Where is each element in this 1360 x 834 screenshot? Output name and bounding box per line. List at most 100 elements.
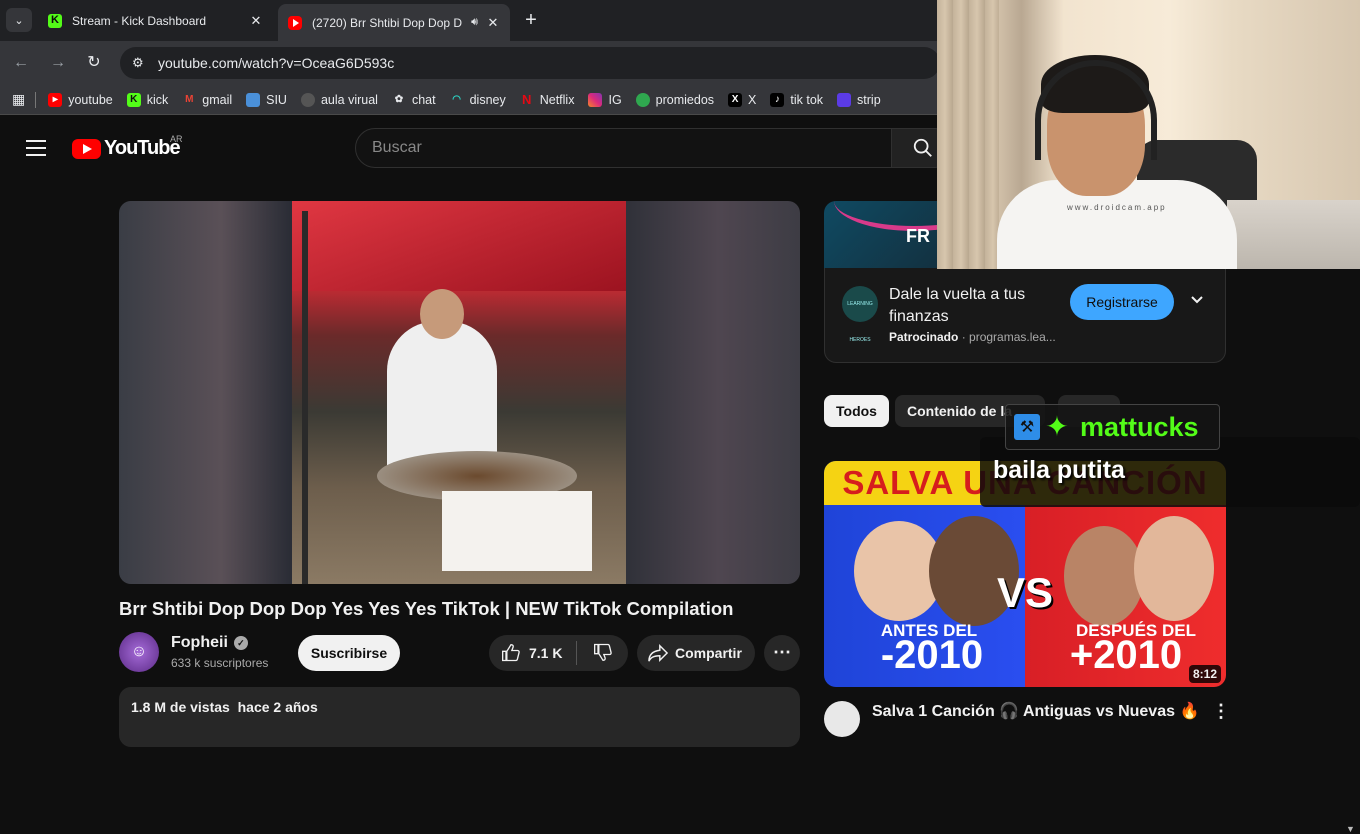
webcam-watermark: www.droidcam.app — [1067, 203, 1167, 212]
thumbnail-vs: VS — [997, 569, 1054, 616]
video-options-icon[interactable]: ⋮ — [1212, 701, 1230, 722]
next-video-title[interactable]: Salva 1 Canción 🎧 Antiguas vs Nuevas 🔥 — [872, 701, 1199, 721]
ad-domain: programas.lea... — [969, 330, 1056, 344]
back-arrow-icon[interactable]: ← — [10, 52, 32, 74]
like-count: 7.1 K — [529, 645, 563, 661]
subscribe-button[interactable]: Suscribirse — [298, 635, 400, 671]
upload-age: hace 2 años — [237, 699, 318, 715]
bookmark-ig[interactable]: IG — [588, 92, 622, 107]
apps-grid-icon[interactable]: ▦ — [12, 91, 25, 108]
bookmark-tiktok[interactable]: ♪ tik tok — [770, 92, 824, 107]
channel-avatar[interactable]: ☺ — [119, 632, 159, 672]
chat-username: mattucks — [1080, 411, 1199, 442]
kick-favicon-icon — [48, 13, 62, 28]
share-button[interactable]: Compartir — [637, 635, 755, 671]
next-channel-avatar[interactable] — [824, 701, 860, 737]
video-frame — [292, 201, 626, 584]
bookmark-siu[interactable]: SIU — [246, 92, 287, 107]
tab-kick-dashboard[interactable]: Stream - Kick Dashboard ✕ — [38, 6, 273, 35]
gmail-icon: M — [185, 93, 194, 105]
bookmark-netflix[interactable]: N Netflix — [520, 91, 574, 107]
video-title: Brr Shtibi Dop Dop Dop Yes Yes Yes TikTo… — [119, 598, 734, 619]
video-duration-badge: 8:12 — [1189, 665, 1222, 683]
strip-icon — [837, 92, 852, 107]
reload-icon[interactable]: ↻ — [83, 52, 105, 74]
url-bar[interactable]: ⚙︎ youtube.com/watch?v=OceaG6D593c — [120, 47, 940, 79]
webcam-overlay: www.droidcam.app — [937, 0, 1360, 269]
verified-check-icon: ✓ — [233, 636, 248, 650]
bookmark-promiedos[interactable]: promiedos — [635, 92, 715, 107]
youtube-icon: ▸ — [48, 92, 63, 107]
like-button[interactable]: 7.1 K — [489, 641, 577, 665]
tiktok-icon: ♪ — [770, 92, 785, 107]
scroll-down-arrow-icon[interactable]: ▼ — [1346, 824, 1355, 834]
ad-card[interactable]: LEARNING HEROES Dale la vuelta a tus fin… — [824, 268, 1226, 363]
dislike-button[interactable] — [577, 642, 628, 665]
advertiser-logo: LEARNING HEROES — [842, 286, 878, 343]
close-tab-icon[interactable]: ✕ — [484, 15, 502, 31]
bookmark-label: promiedos — [655, 92, 715, 107]
speaker-icon[interactable]: 🔊︎ — [471, 16, 478, 29]
thumbs-down-icon — [593, 643, 612, 661]
more-actions-button[interactable]: ⋯ — [764, 635, 800, 671]
search-placeholder: Buscar — [372, 139, 422, 156]
tab-youtube-video[interactable]: (2720) Brr Shtibi Dop Dop D 🔊︎ ✕ — [278, 4, 510, 41]
x-icon: X — [728, 92, 743, 107]
share-arrow-icon — [648, 643, 669, 663]
bookmark-label: disney — [469, 92, 506, 107]
ad-title[interactable]: Dale la vuelta a tus finanzas — [889, 284, 1059, 328]
bookmark-label: chat — [411, 92, 436, 107]
video-player[interactable] — [119, 201, 800, 584]
bookmark-aula-virual[interactable]: aula virual — [300, 92, 378, 107]
instagram-icon — [588, 92, 603, 107]
bookmark-kick[interactable]: Kkick — [126, 92, 169, 107]
bookmark-label: SIU — [266, 92, 287, 107]
chip-todos[interactable]: Todos — [824, 395, 889, 427]
close-tab-icon[interactable]: ✕ — [247, 13, 265, 29]
bookmark-youtube[interactable]: ▸ youtube — [48, 92, 113, 107]
bookmark-label: kick — [146, 92, 169, 107]
tab-search-chevron-icon[interactable]: ⌄ — [6, 8, 32, 32]
bookmark-gmail[interactable]: Mgmail — [182, 93, 232, 107]
bookmark-strip[interactable]: strip — [837, 92, 881, 107]
video-pole — [302, 211, 308, 584]
register-button[interactable]: Registrarse — [1070, 284, 1174, 320]
forward-arrow-icon[interactable]: → — [47, 52, 69, 74]
bookmark-disney[interactable]: ◠ disney — [450, 93, 506, 107]
siu-icon — [246, 92, 261, 107]
bookmark-chat[interactable]: ✿ chat — [392, 93, 436, 107]
description-box[interactable]: 1.8 M de vistas hace 2 años — [119, 687, 800, 747]
ad-banner-text: FR — [906, 226, 930, 246]
channel-name[interactable]: Fopheii ✓ — [171, 634, 248, 652]
search-input[interactable]: Buscar — [355, 128, 895, 168]
kick-icon: K — [126, 92, 141, 107]
bookmark-label: tik tok — [790, 92, 824, 107]
share-label: Compartir — [675, 645, 742, 661]
chevron-down-icon[interactable] — [1189, 292, 1205, 311]
thumbs-up-icon — [502, 643, 520, 662]
youtube-logo[interactable]: YouTube AR — [72, 134, 183, 160]
thumbnail-left-big: -2010 — [880, 633, 984, 677]
promiedos-icon — [635, 92, 650, 107]
logo-text: YouTube — [104, 137, 181, 159]
sponsored-label: Patrocinado — [889, 330, 959, 344]
youtube-favicon-icon — [288, 15, 302, 30]
video-tablecloth — [442, 491, 592, 571]
channel-name-text: Fopheii — [171, 634, 228, 651]
subscriber-count: 633 k suscriptores — [171, 656, 269, 670]
menu-hamburger-icon[interactable] — [26, 140, 46, 156]
webcam-bed — [1227, 200, 1360, 269]
netflix-icon: N — [522, 91, 532, 107]
bookmark-label: youtube — [68, 92, 113, 107]
bookmark-label: IG — [608, 92, 622, 107]
youtube-play-icon — [72, 138, 101, 159]
site-info-icon[interactable]: ⚙︎ — [132, 55, 150, 71]
bookmark-x[interactable]: XX — [728, 92, 756, 107]
aula-virual-icon — [300, 92, 315, 107]
new-tab-button[interactable]: + — [520, 9, 542, 31]
bookmark-label: gmail — [202, 92, 233, 107]
search-icon — [913, 138, 932, 157]
view-count: 1.8 M de vistas — [131, 699, 230, 715]
webcam-curtain — [937, 0, 999, 269]
tab-title: (2720) Brr Shtibi Dop Dop D — [312, 15, 463, 30]
